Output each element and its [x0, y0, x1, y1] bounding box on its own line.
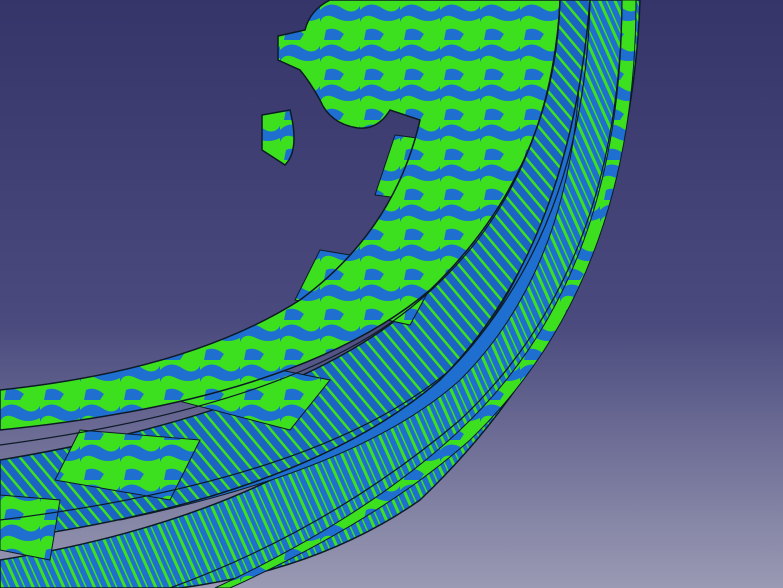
rung	[0, 494, 61, 561]
cad-render[interactable]	[0, 0, 783, 588]
3d-viewport[interactable]	[0, 0, 783, 588]
